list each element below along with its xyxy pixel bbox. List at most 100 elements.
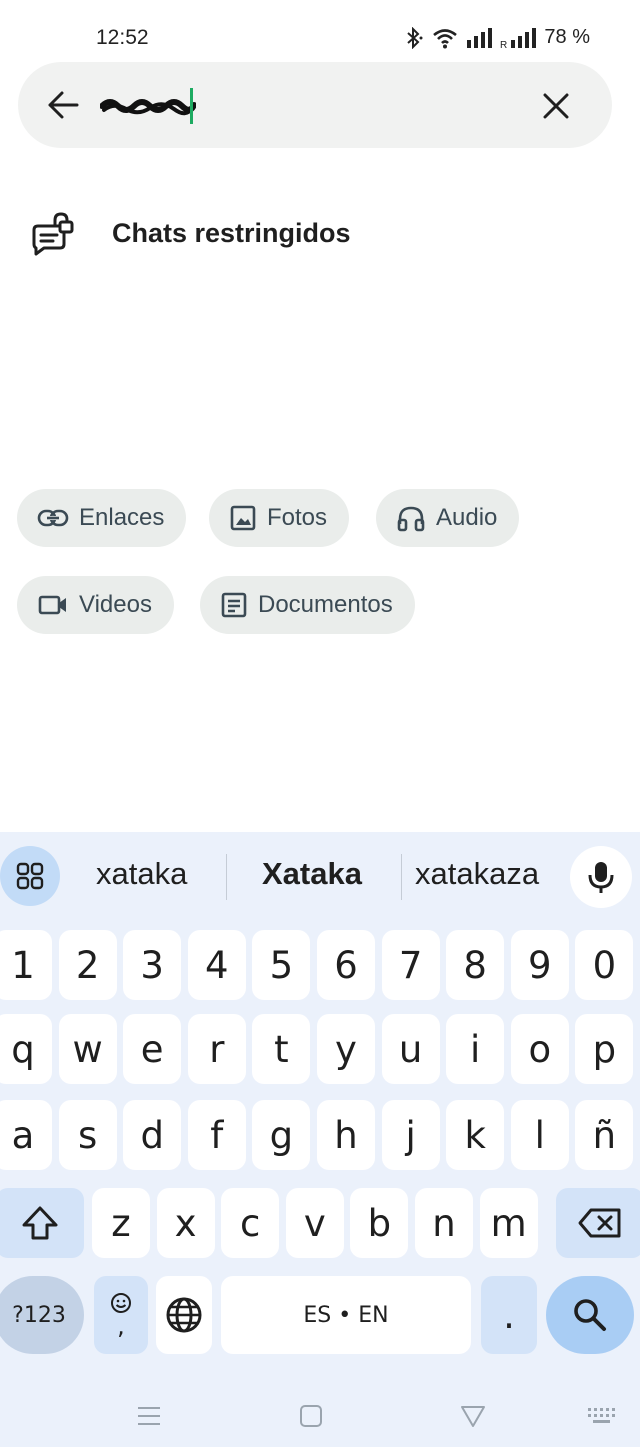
arrow-left-icon bbox=[48, 91, 79, 119]
key-n[interactable]: n bbox=[415, 1188, 473, 1258]
suggestion-strip: xataka Xataka xatakaza bbox=[0, 832, 640, 924]
nav-home-button[interactable] bbox=[295, 1400, 327, 1432]
home-square-icon bbox=[300, 1405, 322, 1427]
key-8[interactable]: 8 bbox=[446, 930, 505, 1000]
backspace-icon bbox=[578, 1208, 621, 1238]
key-5[interactable]: 5 bbox=[252, 930, 311, 1000]
nav-menu-button[interactable] bbox=[133, 1400, 165, 1432]
key-6[interactable]: 6 bbox=[317, 930, 375, 1000]
suggestion-item[interactable]: Xataka bbox=[262, 856, 362, 892]
status-time: 12:52 bbox=[96, 26, 149, 49]
filter-chip-videos[interactable]: Videos bbox=[17, 576, 174, 634]
video-icon bbox=[38, 595, 66, 615]
back-triangle-icon bbox=[461, 1406, 485, 1427]
key-y[interactable]: y bbox=[317, 1014, 375, 1084]
voice-input-button[interactable] bbox=[570, 846, 632, 908]
filter-chip-label: Enlaces bbox=[79, 504, 165, 531]
keyboard: xataka Xataka xatakaza 1234567890 qwertyu… bbox=[0, 832, 640, 1447]
filter-chip-label: Audio bbox=[436, 504, 498, 531]
key-x[interactable]: x bbox=[156, 1188, 215, 1258]
svg-text:R: R bbox=[500, 40, 507, 48]
filter-chip-photos[interactable]: Fotos bbox=[209, 489, 350, 547]
filter-chip-documents[interactable]: Documentos bbox=[200, 576, 415, 634]
restricted-chats-label: Chats restringidos bbox=[112, 218, 351, 248]
key-7[interactable]: 7 bbox=[381, 930, 440, 1000]
filter-chip-label: Fotos bbox=[267, 504, 328, 531]
emoji-key-comma: , bbox=[117, 1312, 125, 1340]
emoji-icon bbox=[111, 1293, 131, 1313]
keyboard-apps-button[interactable] bbox=[0, 846, 60, 906]
shift-key[interactable] bbox=[0, 1188, 84, 1258]
search-icon bbox=[574, 1299, 606, 1331]
filter-chip-audio[interactable]: Audio bbox=[376, 489, 520, 547]
key-h[interactable]: h bbox=[317, 1100, 375, 1170]
keyboard-icon bbox=[588, 1408, 615, 1423]
key-2[interactable]: 2 bbox=[58, 930, 117, 1000]
key-4[interactable]: 4 bbox=[187, 930, 246, 1000]
suggestion-divider bbox=[226, 854, 227, 900]
suggestion-divider bbox=[401, 854, 402, 900]
key-3[interactable]: 3 bbox=[123, 930, 182, 1000]
key-t[interactable]: t bbox=[252, 1014, 311, 1084]
key-q[interactable]: q bbox=[0, 1014, 52, 1084]
key-m[interactable]: m bbox=[479, 1188, 538, 1258]
bluetooth-icon bbox=[404, 26, 424, 49]
key-0[interactable]: 0 bbox=[575, 930, 634, 1000]
symbols-key[interactable]: ?123 bbox=[0, 1276, 84, 1354]
key-r[interactable]: r bbox=[187, 1014, 246, 1084]
nav-keyboard-button[interactable] bbox=[586, 1400, 618, 1432]
close-icon bbox=[543, 93, 569, 119]
headphones-icon bbox=[397, 506, 425, 532]
key-f[interactable]: f bbox=[187, 1100, 246, 1170]
key-b[interactable]: b bbox=[350, 1188, 409, 1258]
image-icon bbox=[230, 505, 256, 531]
key-u[interactable]: u bbox=[381, 1014, 440, 1084]
key-p[interactable]: p bbox=[575, 1014, 634, 1084]
key-v[interactable]: v bbox=[285, 1188, 344, 1258]
space-key[interactable]: ES • EN bbox=[221, 1276, 471, 1354]
grid-icon bbox=[16, 862, 44, 890]
battery-text: 78 % bbox=[544, 26, 590, 48]
document-icon bbox=[221, 592, 247, 618]
key-i[interactable]: i bbox=[446, 1014, 505, 1084]
search-action-key[interactable] bbox=[546, 1276, 634, 1354]
language-key[interactable] bbox=[156, 1276, 212, 1354]
filter-chip-label: Documentos bbox=[258, 591, 393, 618]
period-key[interactable]: . bbox=[481, 1276, 537, 1354]
restricted-chats-row[interactable]: Chats restringidos bbox=[0, 196, 640, 272]
signal-icon bbox=[466, 27, 493, 48]
text-cursor bbox=[190, 88, 193, 124]
menu-icon bbox=[138, 1407, 160, 1425]
redacted-search-text bbox=[100, 99, 196, 116]
key-c[interactable]: c bbox=[221, 1188, 280, 1258]
key-g[interactable]: g bbox=[252, 1100, 311, 1170]
key-a[interactable]: a bbox=[0, 1100, 52, 1170]
key-k[interactable]: k bbox=[446, 1100, 505, 1170]
key-9[interactable]: 9 bbox=[510, 930, 569, 1000]
shift-icon bbox=[22, 1206, 58, 1240]
key-ñ[interactable]: ñ bbox=[575, 1100, 634, 1170]
globe-icon bbox=[166, 1297, 202, 1333]
key-z[interactable]: z bbox=[92, 1188, 150, 1258]
suggestion-item[interactable]: xatakaza bbox=[415, 856, 539, 892]
key-l[interactable]: l bbox=[510, 1100, 569, 1170]
key-1[interactable]: 1 bbox=[0, 930, 52, 1000]
restricted-chat-icon bbox=[32, 212, 74, 256]
filter-chip-links[interactable]: Enlaces bbox=[17, 489, 187, 547]
key-s[interactable]: s bbox=[58, 1100, 117, 1170]
backspace-key[interactable] bbox=[556, 1188, 640, 1258]
key-w[interactable]: w bbox=[58, 1014, 117, 1084]
filter-chip-label: Videos bbox=[79, 591, 152, 618]
emoji-key[interactable]: , bbox=[94, 1276, 148, 1354]
microphone-icon bbox=[588, 862, 614, 893]
nav-back-button[interactable] bbox=[457, 1400, 489, 1432]
key-o[interactable]: o bbox=[510, 1014, 569, 1084]
wifi-icon bbox=[432, 27, 458, 49]
system-nav-bar bbox=[0, 1380, 640, 1447]
back-button[interactable] bbox=[42, 84, 84, 126]
key-j[interactable]: j bbox=[381, 1100, 440, 1170]
key-d[interactable]: d bbox=[123, 1100, 182, 1170]
key-e[interactable]: e bbox=[123, 1014, 182, 1084]
suggestion-item[interactable]: xataka bbox=[96, 856, 187, 892]
clear-search-button[interactable] bbox=[536, 86, 576, 126]
